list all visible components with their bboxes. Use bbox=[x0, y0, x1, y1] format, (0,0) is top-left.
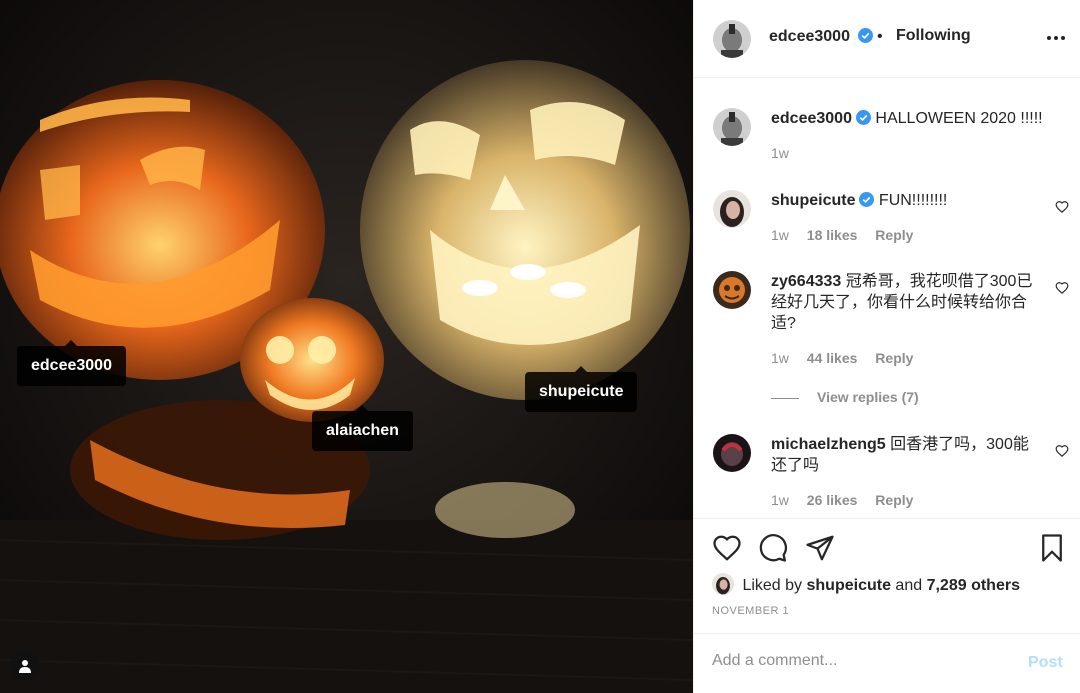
avatar[interactable] bbox=[713, 20, 751, 58]
add-comment-bar: Post bbox=[694, 633, 1080, 693]
share-icon[interactable] bbox=[805, 533, 835, 563]
liked-by-and: and bbox=[895, 577, 923, 594]
comment-meta: 1w 18 likes Reply bbox=[771, 227, 927, 243]
post-date[interactable]: NOVEMBER 1 bbox=[712, 605, 789, 617]
like-comment-heart-icon[interactable] bbox=[1055, 200, 1069, 214]
photo-tag-edcee3000[interactable]: edcee3000 bbox=[17, 340, 126, 386]
liked-by-others[interactable]: 7,289 others bbox=[927, 577, 1020, 594]
avatar[interactable] bbox=[712, 573, 734, 595]
following-button[interactable]: Following bbox=[896, 27, 971, 45]
comment-text: FUN!!!!!!!! bbox=[878, 192, 948, 209]
comment-likes[interactable]: 18 likes bbox=[807, 227, 858, 243]
comment-icon[interactable] bbox=[758, 533, 788, 563]
header-username[interactable]: edcee3000 bbox=[769, 28, 850, 45]
caption-text: HALLOWEEN 2020 !!!!! bbox=[875, 110, 1043, 127]
caption-meta: 1w bbox=[771, 145, 803, 161]
caption-time[interactable]: 1w bbox=[771, 145, 789, 161]
avatar[interactable] bbox=[713, 434, 751, 472]
header-username-group: edcee3000 bbox=[769, 28, 874, 46]
reply-button[interactable]: Reply bbox=[875, 350, 913, 366]
avatar[interactable] bbox=[713, 271, 751, 309]
header-separator: • bbox=[877, 28, 883, 45]
comment-username[interactable]: shupeicute bbox=[771, 192, 855, 209]
caption-text-group: edcee3000 HALLOWEEN 2020 !!!!! bbox=[771, 108, 1043, 129]
comment-time[interactable]: 1w bbox=[771, 227, 789, 243]
like-heart-icon[interactable] bbox=[712, 533, 742, 563]
comment-meta: 1w 26 likes Reply bbox=[771, 492, 927, 508]
comment-time[interactable]: 1w bbox=[771, 492, 789, 508]
comment-username[interactable]: michaelzheng5 bbox=[771, 436, 886, 453]
comment-meta: 1w 44 likes Reply bbox=[771, 350, 927, 366]
comment-likes[interactable]: 26 likes bbox=[807, 492, 858, 508]
liked-by-summary: Liked by shupeicute and 7,289 others bbox=[712, 573, 1020, 595]
caption-username[interactable]: edcee3000 bbox=[771, 110, 852, 127]
more-options-icon[interactable] bbox=[1044, 28, 1068, 48]
user-tag-icon[interactable] bbox=[10, 651, 40, 681]
verified-badge-icon bbox=[855, 110, 871, 125]
comment-time[interactable]: 1w bbox=[771, 350, 789, 366]
comment-likes[interactable]: 44 likes bbox=[807, 350, 858, 366]
like-comment-heart-icon[interactable] bbox=[1055, 281, 1069, 295]
view-replies-button[interactable]: View replies (7) bbox=[771, 389, 919, 405]
verified-badge-icon bbox=[859, 192, 875, 207]
liked-by-prefix: Liked by bbox=[742, 577, 803, 594]
verified-badge-icon bbox=[858, 28, 874, 43]
comment-text-group: shupeicute FUN!!!!!!!! bbox=[771, 190, 1043, 211]
photo-tag-shupeicute[interactable]: shupeicute bbox=[525, 366, 638, 412]
comment-text-group: michaelzheng5 回香港了吗，300能还了吗 bbox=[771, 434, 1043, 476]
reply-button[interactable]: Reply bbox=[875, 492, 913, 508]
comment-text-group: zy664333 冠希哥，我花呗借了300已经好几天了，你看什么时候转给你合适? bbox=[771, 271, 1043, 334]
bookmark-icon[interactable] bbox=[1037, 533, 1067, 563]
post-side-panel: edcee3000 • Following edcee3000 HALLOWEE… bbox=[693, 0, 1080, 693]
post-header: edcee3000 • Following bbox=[694, 0, 1080, 78]
comment-input[interactable] bbox=[712, 652, 1012, 670]
avatar[interactable] bbox=[713, 190, 751, 228]
reply-button[interactable]: Reply bbox=[875, 227, 913, 243]
post-comment-button[interactable]: Post bbox=[1028, 654, 1063, 672]
liked-by-user[interactable]: shupeicute bbox=[807, 577, 891, 594]
photo-tag-alaiachen[interactable]: alaiachen bbox=[312, 405, 413, 451]
post-photo[interactable]: edcee3000 alaiachen shupeicute bbox=[0, 0, 693, 693]
like-comment-heart-icon[interactable] bbox=[1055, 444, 1069, 458]
comment-username[interactable]: zy664333 bbox=[771, 273, 841, 290]
post-actions: Liked by shupeicute and 7,289 others NOV… bbox=[694, 518, 1080, 633]
avatar[interactable] bbox=[713, 108, 751, 146]
